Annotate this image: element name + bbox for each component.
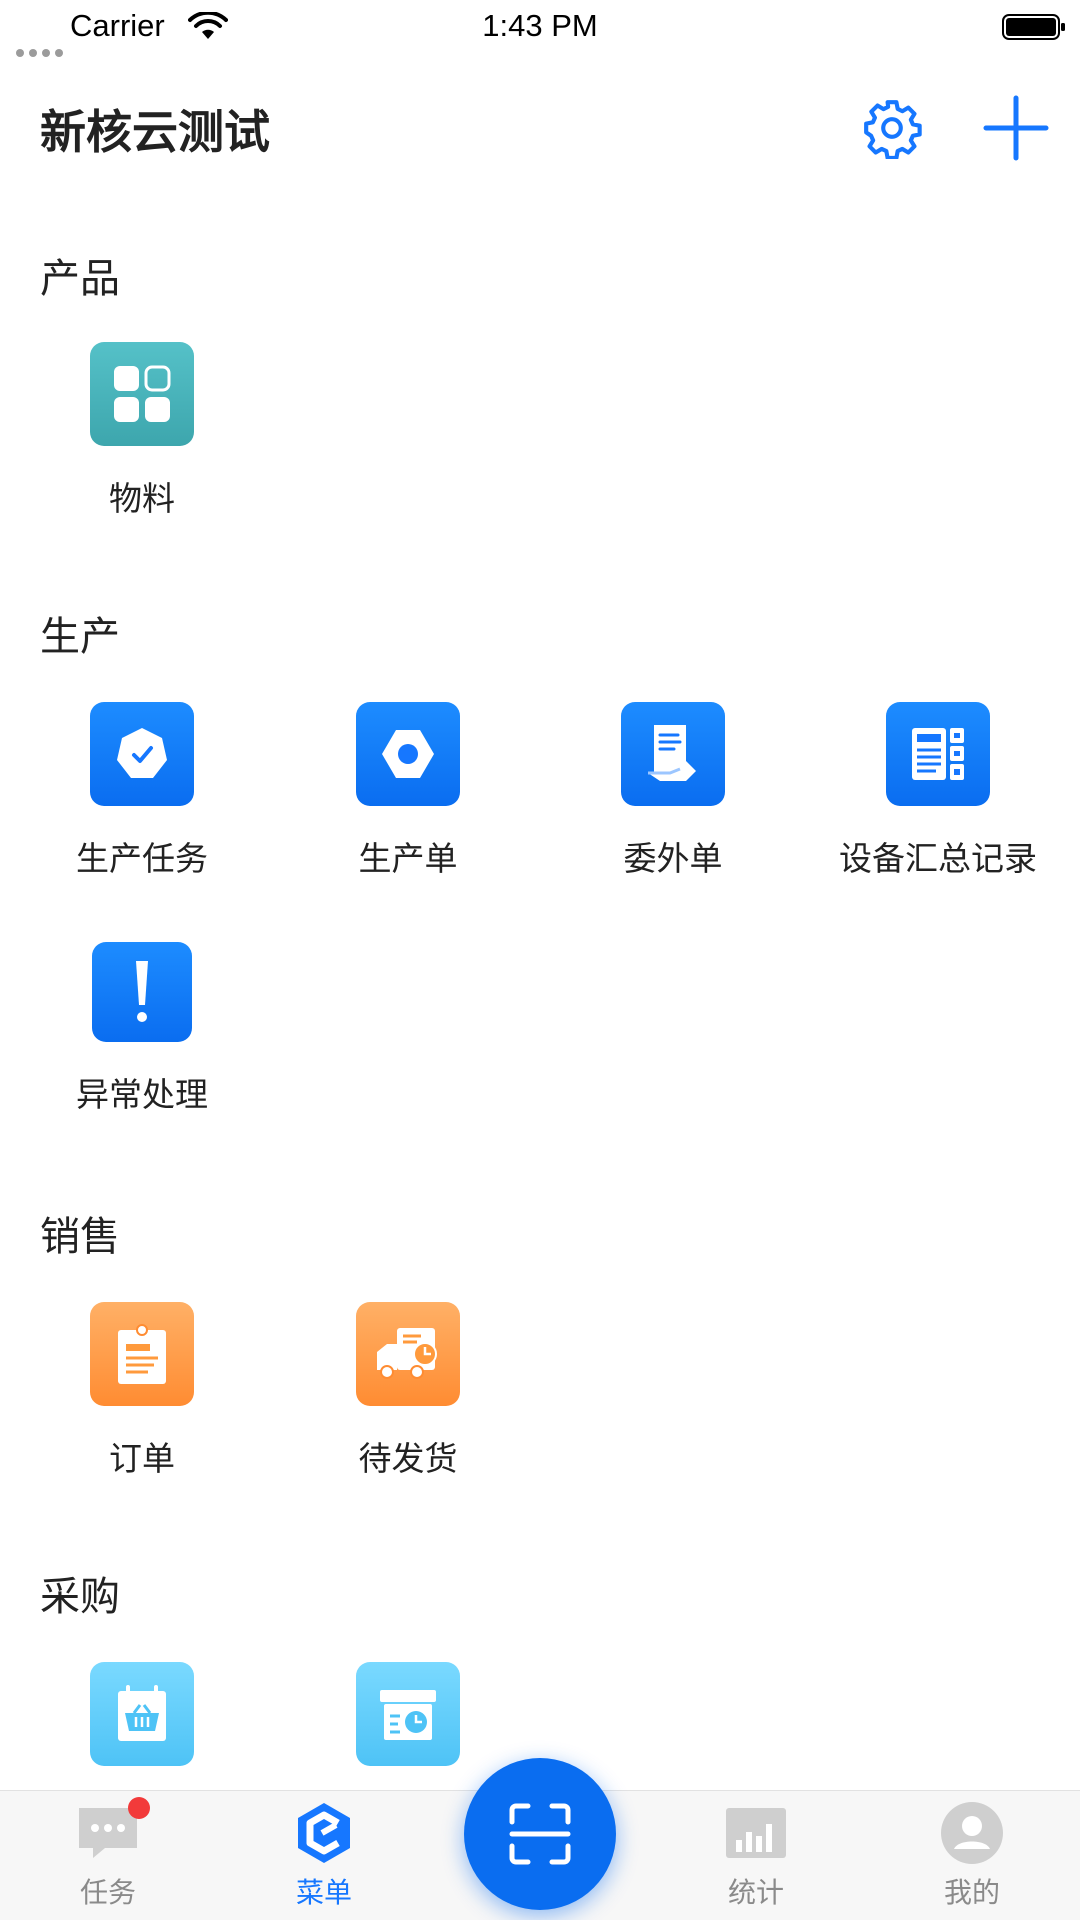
box-clock-icon <box>356 1662 460 1766</box>
menu-item-label: 异常处理 <box>76 1075 208 1114</box>
bar-chart-icon <box>723 1803 789 1863</box>
equipment-panel-icon <box>886 702 990 806</box>
tab-label: 我的 <box>943 1876 1000 1909</box>
battery-icon <box>1002 14 1065 40</box>
tab-label: 任务 <box>79 1876 136 1909</box>
section-title: 采购 <box>40 1574 120 1620</box>
menu-item-label: 生产单 <box>358 839 458 878</box>
menu-item-equipment-summary[interactable]: 设备汇总记录 <box>806 702 1070 902</box>
menu-item-label: 设备汇总记录 <box>839 839 1037 878</box>
menu-item-purchase-1[interactable] <box>10 1662 274 1790</box>
menu-item-label: 生产任务 <box>76 839 208 878</box>
tab-tasks[interactable]: 任务 <box>0 1791 216 1920</box>
settings-button[interactable] <box>856 92 928 164</box>
page-title: 新核云测试 <box>40 105 270 159</box>
document-hand-icon <box>621 702 725 806</box>
menu-item-label: 委外单 <box>623 839 723 878</box>
section-title: 产品 <box>40 256 120 302</box>
menu-item-exception-handling[interactable]: 异常处理 <box>10 942 274 1142</box>
clipboard-icon <box>90 1302 194 1406</box>
section-title: 生产 <box>40 614 120 660</box>
notification-badge <box>128 1797 150 1819</box>
add-button[interactable] <box>980 92 1052 164</box>
app-root: Carrier 1:43 PM 新核云测试 产品 物料 生产 生产任务 生产单 … <box>0 0 1080 1920</box>
grid-icon <box>90 342 194 446</box>
menu-item-pending-shipment[interactable]: 待发货 <box>276 1302 540 1502</box>
status-time: 1:43 PM <box>482 8 598 43</box>
plus-icon <box>983 95 1049 161</box>
menu-item-production-order[interactable]: 生产单 <box>276 702 540 902</box>
gear-icon <box>864 100 922 159</box>
app-header: 新核云测试 <box>0 52 1080 202</box>
menu-content: 产品 物料 生产 生产任务 生产单 委外单 设备汇总记录 异常处理 销售 订单 … <box>0 202 1080 1790</box>
section-title: 销售 <box>40 1214 120 1260</box>
exclamation-icon <box>92 942 192 1042</box>
status-bar: Carrier 1:43 PM <box>0 0 1080 57</box>
tab-profile[interactable]: 我的 <box>864 1791 1080 1920</box>
badge-check-icon <box>90 702 194 806</box>
menu-item-label: 物料 <box>109 479 175 518</box>
menu-item-sales-order[interactable]: 订单 <box>10 1302 274 1502</box>
tab-label: 统计 <box>727 1876 784 1909</box>
menu-item-material[interactable]: 物料 <box>10 342 274 542</box>
menu-item-production-task[interactable]: 生产任务 <box>10 702 274 902</box>
delivery-truck-icon <box>356 1302 460 1406</box>
scan-icon <box>509 1803 571 1865</box>
tab-label: 菜单 <box>295 1876 352 1909</box>
scan-button[interactable] <box>464 1758 616 1910</box>
tab-menu[interactable]: 菜单 <box>216 1791 432 1920</box>
basket-calendar-icon <box>90 1662 194 1766</box>
menu-item-outsource-order[interactable]: 委外单 <box>541 702 805 902</box>
menu-logo-icon <box>291 1803 357 1863</box>
tab-statistics[interactable]: 统计 <box>648 1791 864 1920</box>
hexagon-nut-icon <box>356 702 460 806</box>
menu-item-label: 待发货 <box>358 1439 458 1478</box>
menu-item-label: 订单 <box>109 1439 175 1478</box>
user-avatar-icon <box>939 1802 1005 1864</box>
